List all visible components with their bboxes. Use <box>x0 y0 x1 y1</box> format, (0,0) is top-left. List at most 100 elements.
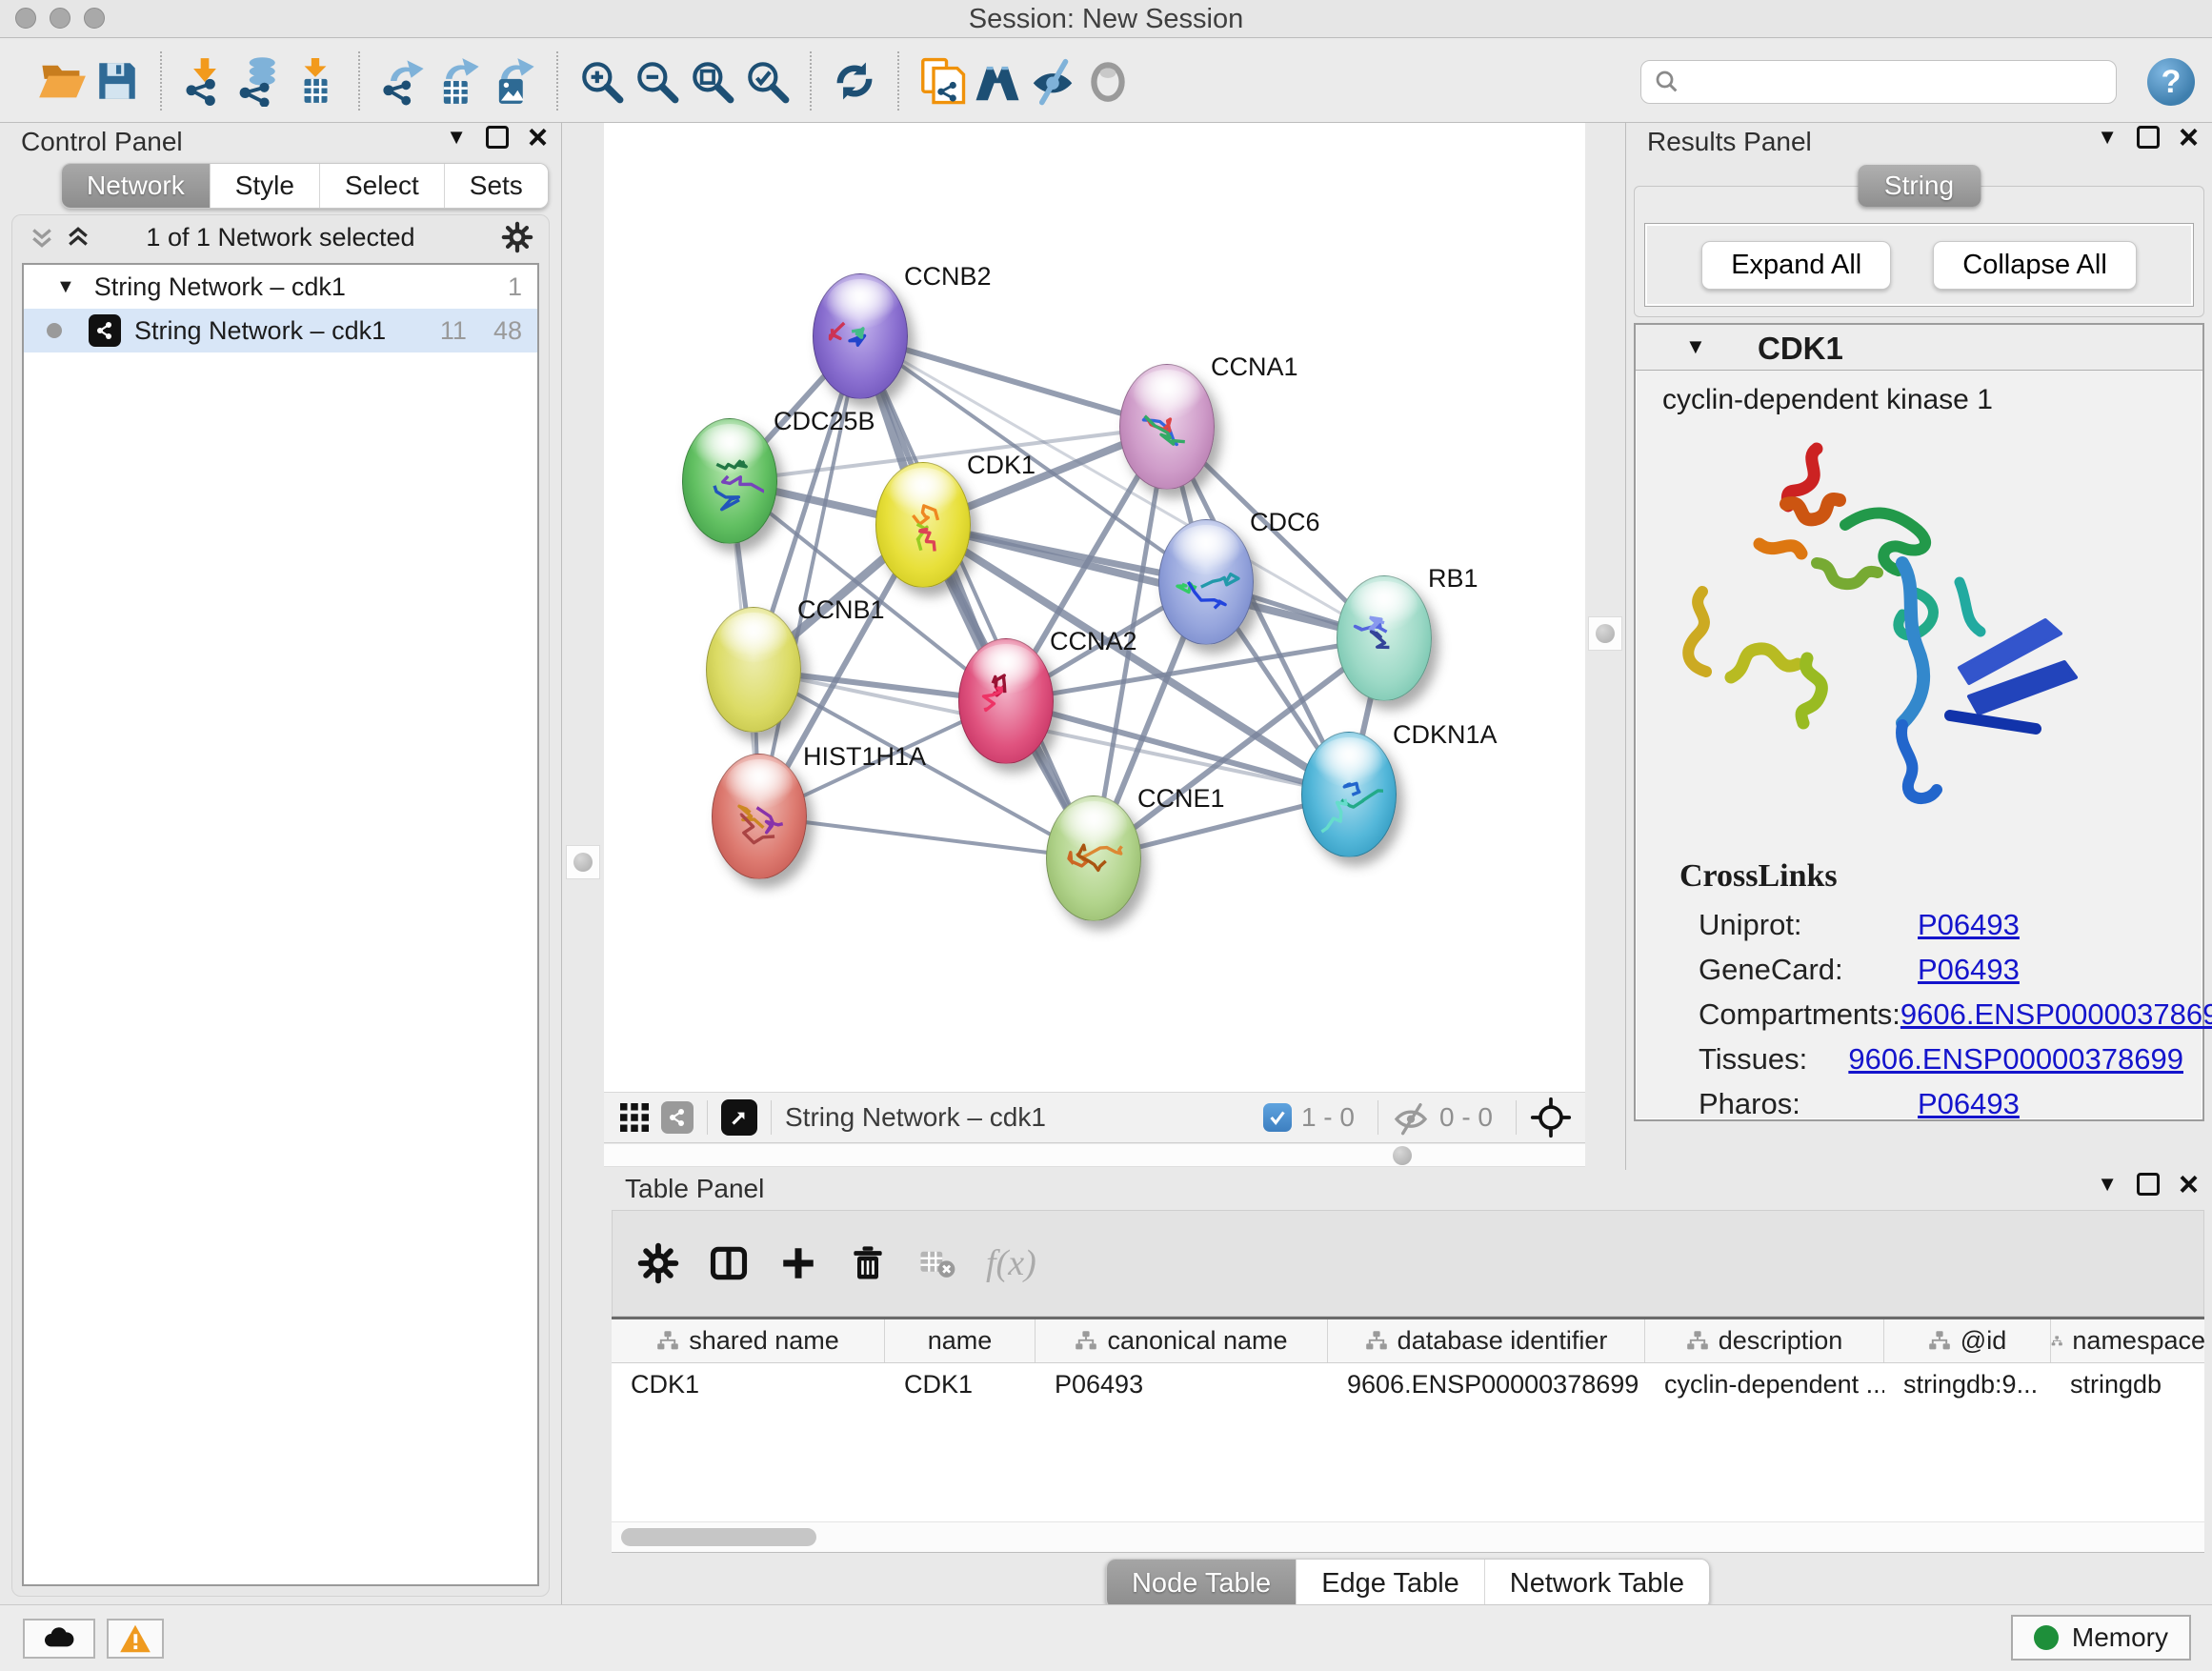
crosslink-link[interactable]: P06493 <box>1918 908 2020 942</box>
table-row[interactable]: CDK1CDK1P064939606.ENSP00000378699cyclin… <box>612 1363 2204 1405</box>
expand-all-button[interactable]: Expand All <box>1701 241 1891 290</box>
crosslink-link[interactable]: 9606.ENSP00000378699 <box>1900 997 2212 1032</box>
plus-icon[interactable] <box>778 1243 818 1283</box>
splitter-knob[interactable] <box>1588 616 1622 651</box>
export-image-button[interactable] <box>486 53 541 109</box>
gear-icon[interactable] <box>637 1242 679 1284</box>
open-session-button[interactable] <box>34 53 90 109</box>
import-network-database-button[interactable] <box>232 53 288 109</box>
crosslink-link[interactable]: P06493 <box>1918 953 2020 987</box>
cloud-button[interactable] <box>23 1619 95 1659</box>
tree-expand-icon[interactable]: ▼ <box>56 276 75 298</box>
network-node-CDC6[interactable] <box>1158 519 1254 645</box>
column-header-namespace[interactable]: namespace <box>2051 1319 2204 1362</box>
float-panel-icon[interactable] <box>2137 1173 2160 1196</box>
column-header-database-identifier[interactable]: database identifier <box>1328 1319 1645 1362</box>
network-edge[interactable] <box>860 336 1094 858</box>
tab-network[interactable]: Network <box>62 164 211 208</box>
tab-sets[interactable]: Sets <box>445 164 548 208</box>
save-session-button[interactable] <box>90 53 145 109</box>
gear-icon[interactable] <box>501 221 533 253</box>
crosslink-link[interactable]: P06493 <box>1918 1087 2020 1121</box>
birds-eye-toggle[interactable] <box>721 1099 757 1136</box>
network-node-CDK1[interactable] <box>875 462 971 588</box>
bird-eye-view-button[interactable] <box>1080 53 1136 109</box>
search-icon <box>1653 68 1681 96</box>
splitter-knob[interactable] <box>566 845 600 879</box>
update-networks-button[interactable] <box>827 53 882 109</box>
network-node-RB1[interactable] <box>1337 575 1432 701</box>
column-header-canonical-name[interactable]: canonical name <box>1036 1319 1328 1362</box>
horizontal-scrollbar[interactable] <box>612 1521 2204 1552</box>
grid-icon[interactable] <box>617 1100 652 1135</box>
crosslink-link[interactable]: 9606.ENSP00000378699 <box>1848 1042 2183 1077</box>
find-neighbors-button[interactable] <box>970 53 1025 109</box>
eye-icon <box>1084 57 1132 105</box>
graphics-details-button[interactable] <box>1025 53 1080 109</box>
results-tab-string[interactable]: String <box>1858 165 1981 207</box>
panel-menu-icon[interactable]: ▼ <box>2097 1172 2118 1197</box>
network-node-CDC25B[interactable] <box>682 418 777 544</box>
network-edge[interactable] <box>923 525 1384 638</box>
warnings-button[interactable] <box>107 1619 164 1659</box>
network-type-icon[interactable] <box>661 1101 694 1134</box>
horizontal-splitter[interactable] <box>604 1144 1585 1167</box>
import-table-file-button[interactable] <box>288 53 343 109</box>
network-node-HIST1H1A[interactable] <box>712 754 807 879</box>
tab-node-table[interactable]: Node Table <box>1107 1560 1297 1608</box>
column-header-shared-name[interactable]: shared name <box>612 1319 885 1362</box>
search-field[interactable] <box>1640 60 2117 104</box>
network-node-CDKN1A[interactable] <box>1301 732 1397 857</box>
main-toolbar: ? <box>0 39 2212 123</box>
expand-all-icon[interactable] <box>64 223 92 252</box>
zoom-out-button[interactable] <box>629 53 684 109</box>
tab-network-table[interactable]: Network Table <box>1485 1560 1709 1608</box>
network-node-CCNA1[interactable] <box>1119 364 1215 490</box>
column-header--id[interactable]: @id <box>1884 1319 2051 1362</box>
close-panel-icon[interactable]: × <box>2179 1173 2199 1196</box>
network-row[interactable]: String Network – cdk1 11 48 <box>24 309 537 352</box>
zoom-in-button[interactable] <box>573 53 629 109</box>
zoom-fit-button[interactable] <box>684 53 739 109</box>
help-button[interactable]: ? <box>2147 58 2195 106</box>
network-node-CCNE1[interactable] <box>1046 795 1141 921</box>
network-canvas[interactable]: CCNB2CCNA1CDC25BCDK1CDC6RB1CCNB1CCNA2CDK… <box>604 123 1585 1092</box>
clone-network-button[interactable] <box>915 53 970 109</box>
close-panel-icon[interactable]: × <box>528 126 548 149</box>
export-table-button[interactable] <box>431 53 486 109</box>
table-toolbar: f(x) <box>612 1210 2204 1317</box>
column-header-name[interactable]: name <box>885 1319 1036 1362</box>
collapse-all-icon[interactable] <box>28 223 56 252</box>
column-header-description[interactable]: description <box>1645 1319 1884 1362</box>
right-splitter[interactable] <box>1585 123 1625 1172</box>
table-cell: stringdb:9... <box>1884 1363 2051 1405</box>
memory-button[interactable]: Memory <box>2011 1615 2191 1661</box>
network-node-CCNB2[interactable] <box>813 273 908 399</box>
network-node-CCNA2[interactable] <box>958 638 1054 764</box>
crosshair-icon[interactable] <box>1530 1097 1572 1138</box>
network-selection-status: 1 of 1 Network selected <box>12 223 549 252</box>
float-panel-icon[interactable] <box>486 126 509 149</box>
tab-edge-table[interactable]: Edge Table <box>1297 1560 1485 1608</box>
import-network-file-button[interactable] <box>177 53 232 109</box>
columns-icon[interactable] <box>708 1242 750 1284</box>
network-edge[interactable] <box>759 816 1094 858</box>
zoom-selected-button[interactable] <box>739 53 794 109</box>
protein-card-header[interactable]: ▼ CDK1 <box>1636 325 2202 371</box>
tab-style[interactable]: Style <box>211 164 320 208</box>
network-collection-row[interactable]: ▼ String Network – cdk1 1 <box>24 265 537 309</box>
panel-menu-icon[interactable]: ▼ <box>2097 125 2118 150</box>
float-panel-icon[interactable] <box>2137 126 2160 149</box>
collapse-all-button[interactable]: Collapse All <box>1933 241 2137 290</box>
network-node-CCNB1[interactable] <box>706 607 801 733</box>
table-cell: 9606.ENSP00000378699 <box>1328 1363 1645 1405</box>
selected-checkbox-icon[interactable] <box>1263 1103 1292 1132</box>
trash-icon[interactable] <box>847 1242 889 1284</box>
panel-menu-icon[interactable]: ▼ <box>446 125 467 150</box>
close-panel-icon[interactable]: × <box>2179 126 2199 149</box>
tab-select[interactable]: Select <box>320 164 445 208</box>
search-input[interactable] <box>1689 67 2104 98</box>
left-splitter[interactable] <box>563 123 604 1172</box>
collapse-protein-icon[interactable]: ▼ <box>1685 334 1706 359</box>
export-network-button[interactable] <box>375 53 431 109</box>
